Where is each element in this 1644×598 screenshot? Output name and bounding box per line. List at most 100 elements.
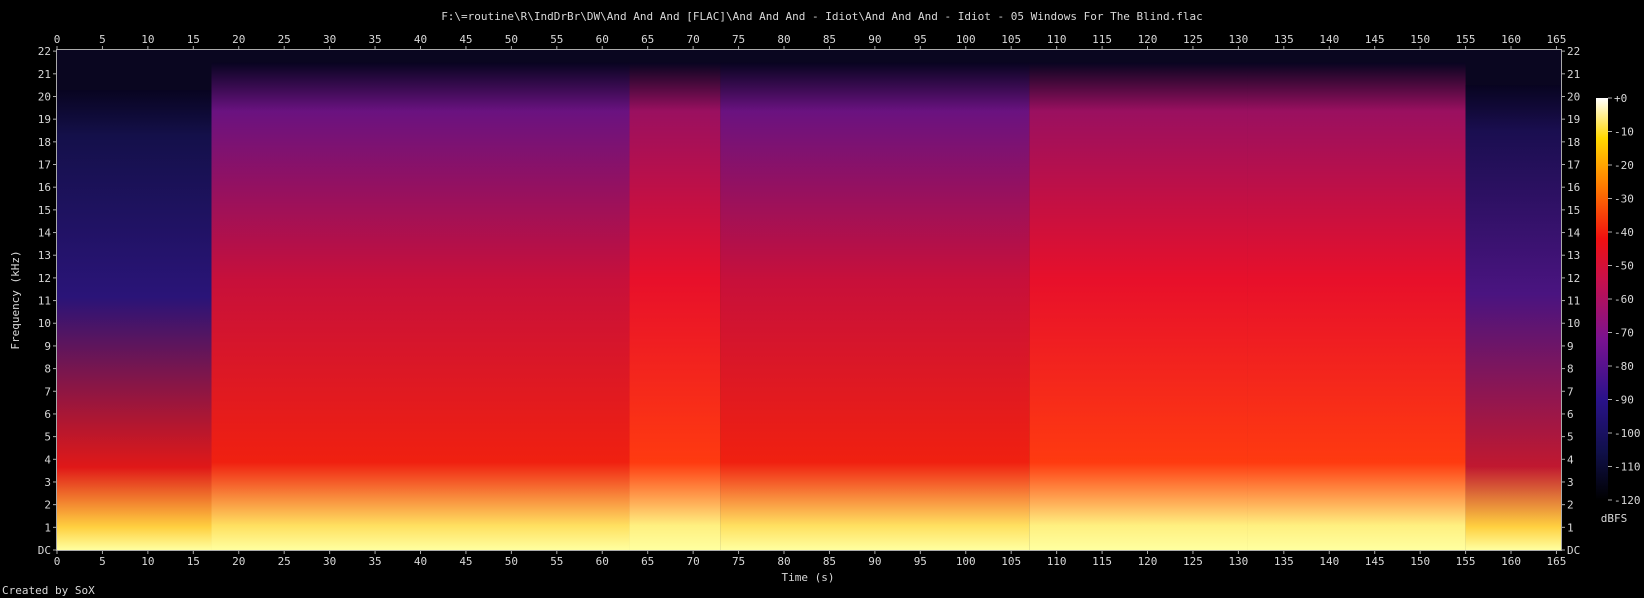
x-tick-label: 75 — [732, 33, 745, 46]
x-tick-label: 35 — [368, 33, 381, 46]
colorbar-tick-label: -50 — [1614, 260, 1634, 273]
x-tick-label: 65 — [641, 33, 654, 46]
y-axis-label: Frequency (kHz) — [9, 250, 22, 349]
x-tick-label: 15 — [187, 555, 200, 568]
y-tick-label: 3 — [1567, 476, 1574, 489]
x-ticks-top: 0 5 10 15 20 25 30 35 40 45 50 55 60 65 70 75 80 85 90 95 10… — [54, 33, 1566, 50]
y-tick-label: 1 — [44, 521, 51, 534]
x-tick-label: 150 — [1410, 555, 1430, 568]
y-ticks-left: DC12345678910111213141516171819202122 — [38, 45, 57, 557]
x-tick-label: 115 — [1092, 555, 1112, 568]
x-tick-label: 70 — [687, 33, 700, 46]
spectrogram-section — [57, 89, 212, 550]
spectrogram-section — [1465, 85, 1561, 550]
x-tick-label: 50 — [505, 33, 518, 46]
chart-title: F:\=routine\R\IndDrBr\DW\And And And [FL… — [441, 10, 1203, 23]
x-tick-label: 160 — [1501, 555, 1521, 568]
y-tick-label: 16 — [38, 181, 51, 194]
x-tick-label: 80 — [777, 33, 790, 46]
x-tick-label: 130 — [1228, 555, 1248, 568]
y-tick-label: DC — [1567, 544, 1580, 557]
x-tick-label: 35 — [368, 555, 381, 568]
y-tick-label: 10 — [38, 317, 51, 330]
y-tick-label: 17 — [1567, 159, 1580, 172]
y-tick-label: 8 — [44, 363, 51, 376]
x-tick-label: 110 — [1047, 555, 1067, 568]
x-tick-label: 20 — [232, 33, 245, 46]
y-tick-label: 13 — [1567, 249, 1580, 262]
x-tick-label: 20 — [232, 555, 245, 568]
spectrogram-section — [211, 62, 630, 551]
x-tick-label: 95 — [914, 555, 927, 568]
x-tick-label: 135 — [1274, 33, 1294, 46]
y-tick-label: 7 — [44, 385, 51, 398]
colorbar-label: dBFS — [1601, 512, 1628, 525]
x-tick-label: 75 — [732, 555, 745, 568]
colorbar-tick-label: -30 — [1614, 193, 1634, 206]
x-tick-label: 120 — [1138, 555, 1158, 568]
x-tick-label: 85 — [823, 33, 836, 46]
y-tick-label: 20 — [38, 90, 51, 103]
y-tick-label: 4 — [1567, 453, 1574, 466]
y-tick-label: 11 — [1567, 295, 1580, 308]
x-tick-label: 100 — [956, 33, 976, 46]
y-tick-label: 12 — [38, 272, 51, 285]
y-tick-label: 3 — [44, 476, 51, 489]
x-tick-label: 50 — [505, 555, 518, 568]
y-tick-label: 9 — [44, 340, 51, 353]
x-tick-label: 40 — [414, 555, 427, 568]
y-tick-label: 17 — [38, 159, 51, 172]
spectrogram-section — [720, 62, 1030, 551]
y-tick-label: 22 — [38, 45, 51, 58]
y-tick-label: 18 — [38, 136, 51, 149]
spectrogram-section — [1029, 62, 1248, 551]
x-tick-label: 55 — [550, 33, 563, 46]
colorbar-tick-label: -40 — [1614, 226, 1634, 239]
y-tick-label: 6 — [44, 408, 51, 421]
y-tick-label: 2 — [1567, 499, 1574, 512]
y-tick-label: 22 — [1567, 45, 1580, 58]
x-tick-label: 5 — [99, 33, 106, 46]
y-tick-label: 2 — [44, 499, 51, 512]
y-tick-label: 5 — [1567, 431, 1574, 444]
x-tick-label: 125 — [1183, 555, 1203, 568]
footer-credit: Created by SoX — [2, 584, 95, 597]
x-tick-label: 5 — [99, 555, 106, 568]
spectrogram-chart: F:\=routine\R\IndDrBr\DW\And And And [FL… — [2, 10, 1641, 597]
colorbar-tick-label: -120 — [1614, 494, 1641, 507]
x-tick-label: 45 — [459, 555, 472, 568]
y-tick-label: 12 — [1567, 272, 1580, 285]
y-tick-label: 10 — [1567, 317, 1580, 330]
x-tick-label: 95 — [914, 33, 927, 46]
colorbar-tick-label: -100 — [1614, 427, 1641, 440]
spectrogram-section — [629, 62, 721, 551]
y-ticks-right: DC12345678910111213141516171819202122 — [1561, 45, 1581, 557]
x-tick-label: 165 — [1547, 555, 1567, 568]
x-tick-label: 90 — [868, 555, 881, 568]
y-tick-label: 20 — [1567, 90, 1580, 103]
y-tick-label: 9 — [1567, 340, 1574, 353]
x-tick-label: 130 — [1228, 33, 1248, 46]
x-tick-label: 105 — [1001, 33, 1021, 46]
x-tick-label: 15 — [187, 33, 200, 46]
colorbar-tick-label: +0 — [1614, 92, 1627, 105]
colorbar-tick-label: -70 — [1614, 327, 1634, 340]
x-tick-label: 60 — [596, 555, 609, 568]
colorbar-tick-label: -10 — [1614, 126, 1634, 139]
y-tick-label: 21 — [1567, 68, 1580, 81]
x-tick-label: 145 — [1365, 33, 1385, 46]
y-tick-label: 1 — [1567, 521, 1574, 534]
x-tick-label: 0 — [54, 33, 61, 46]
x-tick-label: 100 — [956, 555, 976, 568]
y-tick-label: 11 — [38, 295, 51, 308]
colorbar-ticks: +0 -10 -20 -30 -40 -50 -60 -70 -80 -90 -100 -110 -12… — [1608, 92, 1641, 507]
y-tick-label: 18 — [1567, 136, 1580, 149]
colorbar-tick-label: -110 — [1614, 461, 1641, 474]
y-tick-label: 8 — [1567, 363, 1574, 376]
y-tick-label: 14 — [38, 227, 52, 240]
x-tick-label: 40 — [414, 33, 427, 46]
x-tick-label: 30 — [323, 33, 336, 46]
x-tick-label: 70 — [687, 555, 700, 568]
x-tick-label: 60 — [596, 33, 609, 46]
y-tick-label: 5 — [44, 431, 51, 444]
